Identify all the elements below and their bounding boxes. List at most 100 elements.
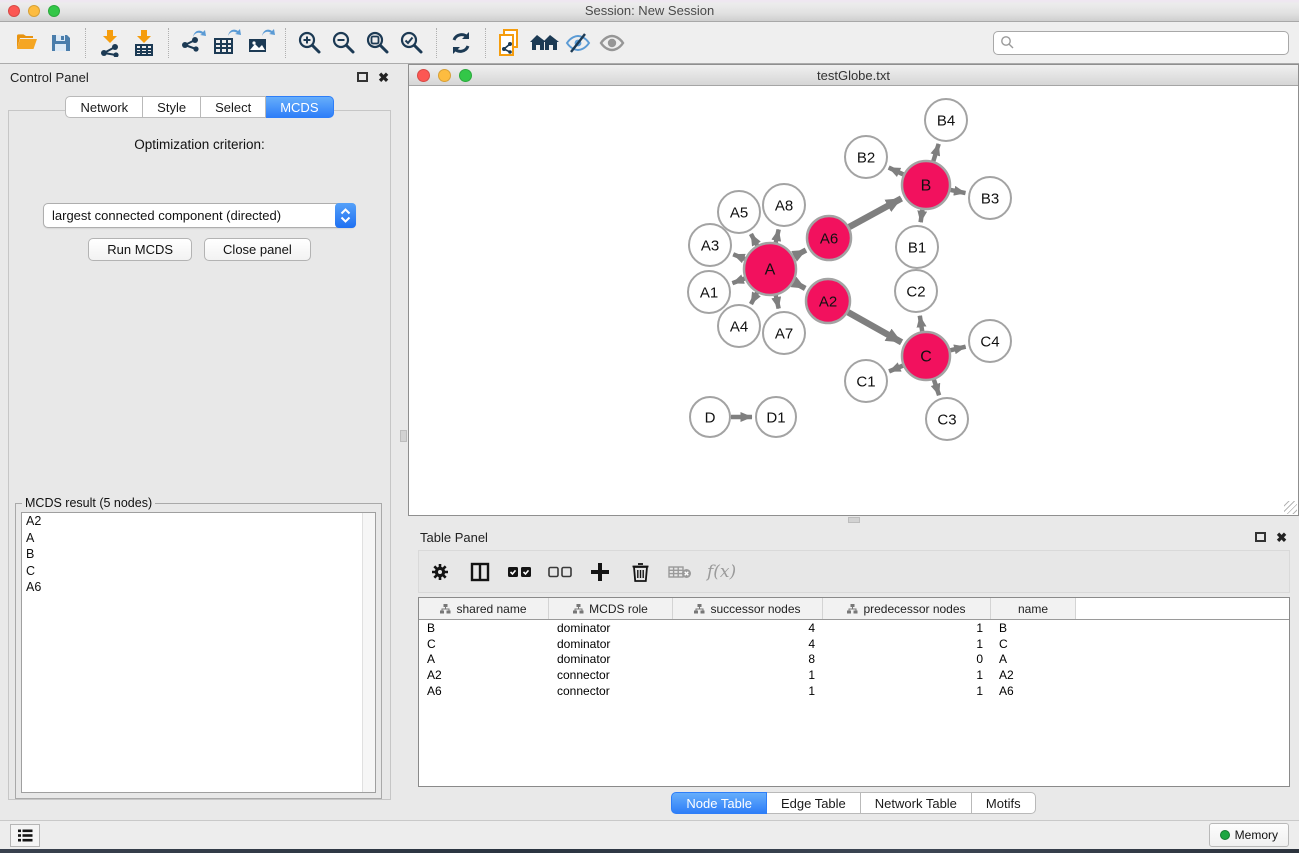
show-all-icon[interactable] (595, 26, 629, 60)
open-file-icon[interactable] (10, 26, 44, 60)
function-builder-icon[interactable]: f(x) (707, 562, 736, 582)
import-network-icon[interactable] (93, 26, 127, 60)
memory-button[interactable]: Memory (1209, 823, 1289, 847)
window-resize-grip[interactable] (1284, 501, 1297, 514)
graph-edge-B-B1[interactable] (921, 210, 923, 223)
zoom-fit-icon[interactable] (361, 26, 395, 60)
add-column-icon[interactable] (587, 559, 613, 585)
task-history-button[interactable] (10, 824, 40, 847)
result-list-item[interactable]: B (22, 546, 375, 563)
graph-edge-A-A3[interactable] (733, 254, 745, 259)
save-session-icon[interactable] (44, 26, 78, 60)
close-panel-icon[interactable]: ✖ (378, 71, 389, 84)
cell-name[interactable]: A2 (991, 668, 1076, 682)
splitter-grip[interactable] (400, 430, 407, 442)
export-image-icon[interactable] (244, 26, 278, 60)
table-row[interactable]: A2 connector 1 1 A2 (419, 667, 1289, 683)
zoom-out-icon[interactable] (327, 26, 361, 60)
graph-node-A4[interactable]: A4 (718, 305, 760, 347)
graph-edge-A-A8[interactable] (776, 229, 779, 242)
graph-node-B[interactable]: B (902, 161, 950, 209)
graph-edge-C-C1[interactable] (889, 366, 903, 372)
graph-edge-B-B4[interactable] (933, 144, 938, 161)
cell-shared-name[interactable]: A2 (419, 668, 549, 682)
splitter-grip[interactable] (848, 517, 860, 523)
result-list-item[interactable]: A6 (22, 579, 375, 596)
column-visibility-icon[interactable] (467, 559, 493, 585)
export-table-icon[interactable] (210, 26, 244, 60)
hide-selected-icon[interactable] (561, 26, 595, 60)
cell-predecessor-nodes[interactable]: 1 (823, 621, 991, 635)
cell-predecessor-nodes[interactable]: 1 (823, 668, 991, 682)
gear-icon[interactable] (427, 559, 453, 585)
network-canvas[interactable]: B4B2BB3A5A8A6B1A3AC2A1A2A4A7CC4C1C3DD1 (409, 86, 1298, 515)
cell-mcds-role[interactable]: dominator (549, 652, 673, 666)
cell-mcds-role[interactable]: dominator (549, 621, 673, 635)
graph-node-A5[interactable]: A5 (718, 191, 760, 233)
graph-edge-A-A5[interactable] (751, 234, 757, 245)
cell-shared-name[interactable]: A6 (419, 684, 549, 698)
cell-shared-name[interactable]: B (419, 621, 549, 635)
select-all-icon[interactable] (507, 559, 533, 585)
deselect-all-icon[interactable] (547, 559, 573, 585)
graph-node-C1[interactable]: C1 (845, 360, 887, 402)
delete-table-icon[interactable] (667, 559, 693, 585)
cell-name[interactable]: C (991, 637, 1076, 651)
graph-node-C4[interactable]: C4 (969, 320, 1011, 362)
graph-node-B1[interactable]: B1 (896, 226, 938, 268)
tab-edge-table[interactable]: Edge Table (767, 792, 861, 814)
delete-icon[interactable] (627, 559, 653, 585)
cell-mcds-role[interactable]: connector (549, 668, 673, 682)
graph-edge-A-A2[interactable] (794, 282, 806, 288)
horizontal-splitter[interactable] (408, 516, 1299, 524)
graph-edge-A-A7[interactable] (776, 295, 779, 308)
graph-edge-B-B3[interactable] (950, 190, 965, 193)
column-header-mcds-role[interactable]: MCDS role (549, 598, 673, 619)
column-header-predecessor-nodes[interactable]: predecessor nodes (823, 598, 991, 619)
graph-node-A1[interactable]: A1 (688, 271, 730, 313)
tab-motifs[interactable]: Motifs (972, 792, 1036, 814)
cell-predecessor-nodes[interactable]: 1 (823, 684, 991, 698)
cell-predecessor-nodes[interactable]: 1 (823, 637, 991, 651)
network-graph[interactable]: B4B2BB3A5A8A6B1A3AC2A1A2A4A7CC4C1C3DD1 (409, 86, 1298, 515)
search-field[interactable] (993, 31, 1289, 55)
cell-successor-nodes[interactable]: 8 (673, 652, 823, 666)
network-window-titlebar[interactable]: testGlobe.txt (409, 65, 1298, 86)
tab-network-table[interactable]: Network Table (861, 792, 972, 814)
graph-node-A8[interactable]: A8 (763, 184, 805, 226)
graph-edge-C-C4[interactable] (950, 347, 965, 351)
table-row[interactable]: C dominator 4 1 C (419, 636, 1289, 652)
cell-name[interactable]: A6 (991, 684, 1076, 698)
graph-node-A7[interactable]: A7 (763, 312, 805, 354)
close-panel-button[interactable]: Close panel (204, 238, 311, 261)
graph-node-A2[interactable]: A2 (806, 279, 850, 323)
graph-node-A3[interactable]: A3 (689, 224, 731, 266)
cell-mcds-role[interactable]: dominator (549, 637, 673, 651)
zoom-selected-icon[interactable] (395, 26, 429, 60)
cell-mcds-role[interactable]: connector (549, 684, 673, 698)
close-panel-icon[interactable]: ✖ (1276, 531, 1287, 544)
graph-edge-C-C2[interactable] (920, 316, 922, 332)
column-header-shared-name[interactable]: shared name (419, 598, 549, 619)
first-neighbors-icon[interactable] (527, 26, 561, 60)
graph-node-C[interactable]: C (902, 332, 950, 380)
criterion-dropdown[interactable]: largest connected component (directed) (43, 203, 356, 228)
refresh-layout-icon[interactable] (444, 26, 478, 60)
table-row[interactable]: A6 connector 1 1 A6 (419, 683, 1289, 699)
cell-successor-nodes[interactable]: 1 (673, 668, 823, 682)
cell-shared-name[interactable]: C (419, 637, 549, 651)
graph-edge-A2-C[interactable] (848, 312, 902, 342)
search-input[interactable] (1015, 36, 1282, 50)
graph-edge-A6-B[interactable] (849, 198, 901, 227)
tab-node-table[interactable]: Node Table (671, 792, 767, 814)
zoom-in-icon[interactable] (293, 26, 327, 60)
result-list-item[interactable]: A (22, 530, 375, 547)
table-row[interactable]: A dominator 8 0 A (419, 651, 1289, 667)
run-mcds-button[interactable]: Run MCDS (88, 238, 192, 261)
tab-style[interactable]: Style (143, 96, 201, 118)
result-scrollbar[interactable] (362, 513, 375, 792)
cell-shared-name[interactable]: A (419, 652, 549, 666)
column-header-successor-nodes[interactable]: successor nodes (673, 598, 823, 619)
network-from-selection-icon[interactable] (493, 26, 527, 60)
float-panel-icon[interactable] (1255, 532, 1266, 542)
